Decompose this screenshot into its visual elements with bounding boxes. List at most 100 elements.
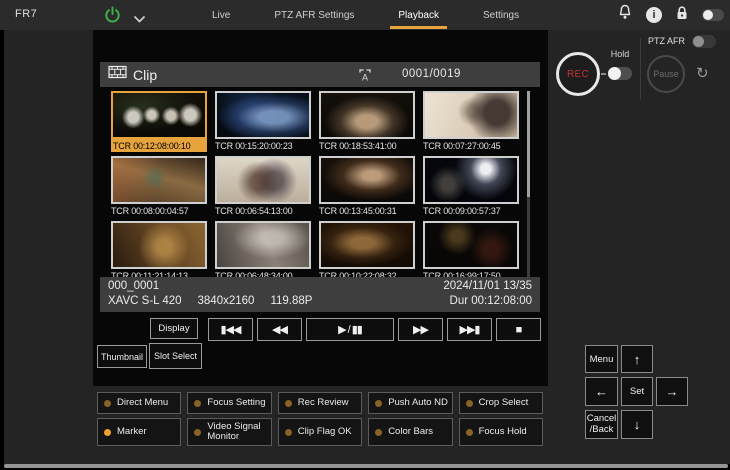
assignable-button[interactable]: Clip Flag OK	[278, 418, 362, 446]
assignable-button[interactable]: Direct Menu	[97, 392, 181, 414]
assignable-buttons: Direct Menu Focus Setting Rec Review Pus…	[97, 392, 543, 446]
transport-button[interactable]: ◀◀	[257, 318, 302, 341]
transport-button[interactable]: ▮◀◀	[208, 318, 253, 341]
assignable-button[interactable]: Crop Select	[459, 392, 543, 414]
pause-button[interactable]: Pause	[647, 55, 685, 93]
clip-thumbnail[interactable]	[111, 156, 207, 204]
cancel-back-button[interactable]: Cancel /Back	[585, 410, 618, 439]
tab[interactable]: Settings	[483, 0, 519, 30]
sort-by-name-icon[interactable]: A	[358, 68, 372, 87]
info-icon[interactable]: i	[646, 7, 662, 23]
tab[interactable]: Playback	[398, 0, 439, 30]
assignable-status-dot	[466, 429, 473, 436]
assignable-button[interactable]: Video Signal Monitor	[187, 418, 271, 446]
tab[interactable]: PTZ AFR Settings	[274, 0, 354, 30]
top-bar-icons: i	[617, 0, 724, 30]
clip-cell: TCR 00:09:00:57:37	[423, 156, 519, 217]
clip-page-indicator: 0001/0019	[402, 68, 461, 80]
assignable-button-label: Clip Flag OK	[298, 427, 352, 437]
hold-toggle[interactable]	[608, 67, 632, 80]
filmstrip-icon	[108, 65, 127, 84]
up-arrow-button[interactable]: ↑	[621, 345, 653, 373]
clip-thumbnail[interactable]	[423, 221, 519, 269]
clip-cell: TCR 00:06:54:13:00	[215, 156, 311, 217]
lock-toggle[interactable]	[702, 9, 724, 21]
clip-grid: TCR 00:12:08:00:10 TCR 00:15:20:00:23 TC…	[111, 91, 519, 282]
menu-button[interactable]: Menu	[585, 345, 618, 373]
transport-button[interactable]: ▶ / ▮▮	[306, 318, 394, 341]
clip-thumbnail[interactable]	[215, 221, 311, 269]
assignable-status-dot	[375, 400, 382, 407]
clip-cell: TCR 00:07:27:00:45	[423, 91, 519, 152]
clip-thumbnail[interactable]	[111, 221, 207, 269]
assignable-status-dot	[285, 429, 292, 436]
tab[interactable]: Live	[212, 0, 230, 30]
dpad: Menu ↑ ← Set → Cancel /Back ↓	[585, 345, 688, 439]
clip-thumbnail[interactable]	[111, 91, 207, 139]
clip-timecode: TCR 00:15:20:00:23	[215, 139, 311, 152]
clip-timecode: TCR 00:07:27:00:45	[423, 139, 519, 152]
clip-thumbnail[interactable]	[319, 221, 415, 269]
ptz-afr-label: PTZ AFR	[648, 36, 685, 46]
assignable-button[interactable]: Focus Hold	[459, 418, 543, 446]
clip-thumbnail[interactable]	[423, 156, 519, 204]
clip-grid-scrollbar[interactable]	[527, 91, 530, 281]
clip-grid-scrollbar-thumb[interactable]	[527, 91, 530, 197]
clip-cell: TCR 00:06:48:34:00	[215, 221, 311, 282]
ptz-afr-reset-icon[interactable]: ↺	[696, 64, 709, 82]
assignable-button[interactable]: Marker	[97, 418, 181, 446]
assignable-button-label: Direct Menu	[117, 398, 168, 408]
power-icon[interactable]	[104, 6, 121, 29]
clip-thumbnail[interactable]	[215, 156, 311, 204]
hold-label: Hold	[606, 49, 634, 59]
lock-icon[interactable]	[675, 5, 689, 26]
clip-cell: TCR 00:08:00:04:57	[111, 156, 207, 217]
assignable-button-label: Marker	[117, 427, 147, 437]
assignable-button[interactable]: Focus Setting	[187, 392, 271, 414]
right-arrow-button[interactable]: →	[656, 377, 688, 406]
down-arrow-button[interactable]: ↓	[621, 410, 653, 439]
main-tabs: Live PTZ AFR Settings Playback Settings	[212, 0, 519, 30]
thumbnail-button[interactable]: Thumbnail	[97, 345, 147, 368]
transport-button[interactable]: ▶▶	[398, 318, 443, 341]
assignable-button-label: Crop Select	[479, 398, 529, 408]
transport-button[interactable]: ■	[496, 318, 541, 341]
clip-cell: TCR 00:15:20:00:23	[215, 91, 311, 152]
assignable-button[interactable]: Color Bars	[368, 418, 452, 446]
clip-thumbnail[interactable]	[215, 91, 311, 139]
set-button[interactable]: Set	[621, 377, 653, 406]
assignable-status-dot	[285, 400, 292, 407]
assignable-button[interactable]: Rec Review	[278, 392, 362, 414]
assignable-button-label: Push Auto ND	[388, 398, 448, 408]
top-bar: FR7 Live PTZ AFR Settings Playback Setti…	[0, 0, 730, 30]
page-horizontal-scrollbar[interactable]	[4, 464, 728, 468]
clip-timecode: TCR 00:08:00:04:57	[111, 204, 207, 217]
assignable-button-label: Rec Review	[298, 398, 349, 408]
ptz-afr-toggle[interactable]	[692, 35, 716, 48]
assignable-status-dot	[375, 429, 382, 436]
clip-cell: TCR 00:13:45:00:31	[319, 156, 415, 217]
left-arrow-button[interactable]: ←	[585, 377, 618, 406]
chevron-down-icon[interactable]	[133, 11, 146, 29]
transport-button[interactable]: ▶▶▮	[447, 318, 492, 341]
assignable-button[interactable]: Push Auto ND	[368, 392, 452, 414]
clip-thumbnail[interactable]	[319, 156, 415, 204]
bell-icon[interactable]	[617, 4, 633, 26]
transport-controls: ▮◀◀ ◀◀ ▶ / ▮▮ ▶▶ ▶▶▮ ■	[208, 318, 541, 341]
assignable-status-dot	[104, 400, 111, 407]
clip-timecode: TCR 00:09:00:57:37	[423, 204, 519, 217]
clip-thumbnail[interactable]	[319, 91, 415, 139]
controls-divider	[640, 38, 641, 100]
clip-header: Clip A 0001/0019	[100, 62, 540, 87]
svg-text:A: A	[362, 73, 368, 83]
clip-thumbnail[interactable]	[423, 91, 519, 139]
cancel-back-line1: Cancel	[587, 414, 617, 424]
clip-cell: TCR 00:11:21:14:13	[111, 221, 207, 282]
rec-button[interactable]: REC	[556, 52, 600, 96]
clip-duration: Dur 00:12:08:00	[443, 294, 532, 309]
assignable-status-dot	[194, 400, 201, 407]
slot-select-button[interactable]: Slot Select	[149, 343, 202, 369]
clip-timecode: TCR 00:13:45:00:31	[319, 204, 415, 217]
display-button[interactable]: Display	[150, 318, 198, 339]
assignable-status-dot	[194, 429, 201, 436]
